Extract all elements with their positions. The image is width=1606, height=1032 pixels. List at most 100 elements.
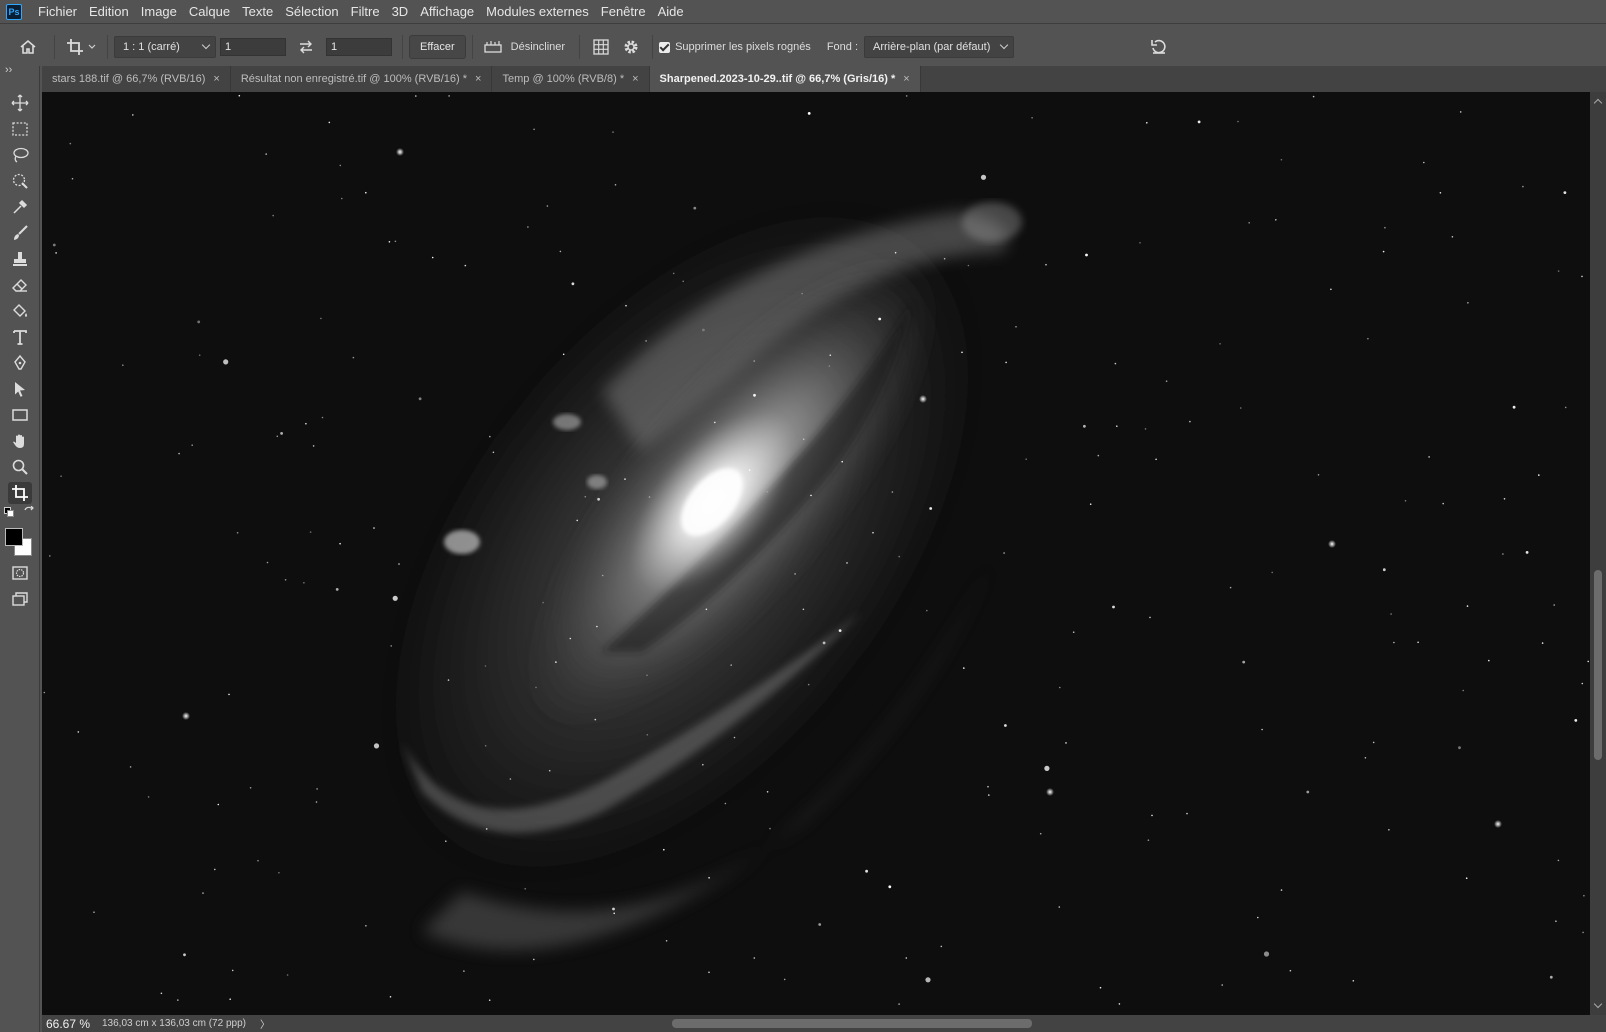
marquee-tool[interactable] <box>8 118 32 140</box>
menu-selection[interactable]: Sélection <box>279 0 344 24</box>
default-colors-icon[interactable] <box>4 507 14 517</box>
lasso-tool[interactable] <box>8 144 32 166</box>
eyedropper-tool[interactable] <box>8 196 32 218</box>
scroll-up-icon[interactable] <box>1593 98 1603 108</box>
collapse-panel-button[interactable]: ›› <box>5 64 12 76</box>
star <box>1289 969 1292 972</box>
star <box>388 241 391 243</box>
delete-cropped-checkbox[interactable] <box>659 41 671 53</box>
star <box>390 645 393 647</box>
brush-tool[interactable] <box>8 222 32 244</box>
close-icon[interactable]: × <box>213 73 219 85</box>
star <box>705 608 708 611</box>
star <box>1574 719 1578 722</box>
ratio-select-value: 1 : 1 (carré) <box>123 41 180 53</box>
foreground-color-swatch[interactable] <box>5 528 23 546</box>
crop-preset-button[interactable] <box>61 32 101 62</box>
rectangle-tool[interactable] <box>8 404 32 426</box>
quick-selection-tool[interactable] <box>8 170 32 192</box>
star <box>284 579 287 581</box>
star <box>1423 161 1425 164</box>
menu-filtre[interactable]: Filtre <box>345 0 386 24</box>
home-button[interactable] <box>8 32 48 62</box>
star <box>1280 889 1283 891</box>
close-icon[interactable]: × <box>475 73 481 85</box>
paint-bucket-tool[interactable] <box>8 300 32 322</box>
tab-temp[interactable]: Temp @ 100% (RVB/8) * × <box>492 66 650 92</box>
star <box>963 667 965 669</box>
star <box>929 507 933 510</box>
star <box>753 957 756 959</box>
type-tool[interactable] <box>8 326 32 348</box>
star <box>272 214 274 217</box>
menu-affichage[interactable]: Affichage <box>414 0 480 24</box>
star <box>838 629 842 632</box>
tab-resultat-non-enregistre[interactable]: Résultat non enregistré.tif @ 100% (RVB/… <box>230 66 493 92</box>
star <box>546 205 549 207</box>
star <box>1390 613 1392 615</box>
menu-calque[interactable]: Calque <box>183 0 236 24</box>
scroll-down-icon[interactable] <box>1593 999 1603 1009</box>
star <box>802 608 805 611</box>
document-canvas[interactable] <box>42 92 1590 1015</box>
reset-crop-button[interactable] <box>1144 35 1174 59</box>
star <box>122 364 124 367</box>
tab-sharpened[interactable]: Sharpened.2023-10-29..tif @ 66,7% (Gris/… <box>649 66 921 92</box>
menu-fenetre[interactable]: Fenêtre <box>595 0 652 24</box>
crop-settings-button[interactable] <box>616 35 646 59</box>
lasso-icon <box>13 147 29 163</box>
menu-texte[interactable]: Texte <box>236 0 279 24</box>
eraser-tool[interactable] <box>8 274 32 296</box>
star <box>365 925 367 927</box>
move-tool[interactable] <box>8 92 32 114</box>
width-field[interactable]: 1 <box>220 38 286 56</box>
star <box>702 763 704 766</box>
photoshop-logo[interactable]: Ps <box>6 3 22 20</box>
star <box>1555 920 1557 922</box>
crop-tool[interactable] <box>8 482 32 504</box>
star <box>596 625 598 628</box>
star <box>315 801 318 803</box>
tab-stars-188[interactable]: stars 188.tif @ 66,7% (RVB/16) × <box>42 66 231 92</box>
quick-mask-button[interactable] <box>8 562 32 584</box>
status-menu-arrow[interactable]: 〉 <box>260 1016 270 1031</box>
horizontal-scroll-thumb[interactable] <box>672 1019 1032 1028</box>
vertical-scrollbar[interactable] <box>1590 92 1606 1015</box>
zoom-tool[interactable] <box>8 456 32 478</box>
clear-button[interactable]: Effacer <box>409 35 466 59</box>
tools-panel: ›› <box>0 64 40 1032</box>
swap-dimensions-button[interactable] <box>286 35 326 59</box>
vertical-scroll-thumb[interactable] <box>1594 570 1602 760</box>
fill-select[interactable]: Arrière-plan (par défaut) <box>864 36 1014 58</box>
ratio-select[interactable]: 1 : 1 (carré) <box>114 36 216 58</box>
zoom-level-field[interactable]: 66.67 % <box>42 1017 92 1031</box>
star <box>1257 916 1259 919</box>
straighten-button[interactable]: Désincliner <box>479 35 569 59</box>
menu-modules-externes[interactable]: Modules externes <box>480 0 595 24</box>
star <box>1044 765 1050 772</box>
star <box>1503 498 1506 500</box>
screen-mode-button[interactable] <box>8 588 32 610</box>
height-field[interactable]: 1 <box>326 38 392 56</box>
star <box>463 970 465 972</box>
close-icon[interactable]: × <box>903 73 909 85</box>
horizontal-scrollbar[interactable] <box>322 1017 1592 1030</box>
stamp-tool[interactable] <box>8 248 32 270</box>
hand-tool[interactable] <box>8 430 32 452</box>
path-selection-tool[interactable] <box>8 378 32 400</box>
swap-colors-icon[interactable] <box>23 506 35 518</box>
close-icon[interactable]: × <box>632 73 638 85</box>
eyedropper-icon <box>13 199 28 214</box>
menu-edition[interactable]: Edition <box>83 0 135 24</box>
delete-cropped-pixels-option[interactable]: Supprimer les pixels rognés <box>659 41 811 53</box>
menu-aide[interactable]: Aide <box>652 0 690 24</box>
star <box>484 665 487 667</box>
pen-tool[interactable] <box>8 352 32 374</box>
overlay-grid-button[interactable] <box>586 35 616 59</box>
menu-image[interactable]: Image <box>135 0 183 24</box>
star <box>223 359 229 365</box>
star <box>1525 551 1529 554</box>
menu-fichier[interactable]: Fichier <box>32 0 83 24</box>
menu-3d[interactable]: 3D <box>386 0 415 24</box>
star <box>394 240 397 243</box>
